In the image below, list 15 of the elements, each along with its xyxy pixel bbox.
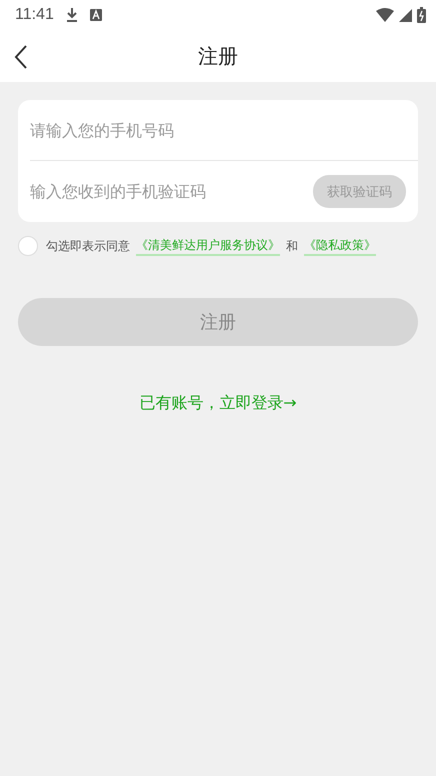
wifi-icon — [376, 8, 394, 22]
signal-icon — [399, 8, 412, 22]
download-icon — [66, 7, 78, 23]
terms-link[interactable]: 《清美鲜达用户服务协议》 — [136, 236, 280, 256]
status-time: 11:41 — [15, 6, 54, 24]
notification-icon — [90, 9, 102, 21]
and-text: 和 — [286, 238, 298, 254]
privacy-link[interactable]: 《隐私政策》 — [304, 236, 376, 256]
agree-checkbox[interactable] — [18, 236, 38, 256]
battery-icon — [417, 7, 426, 23]
login-link[interactable]: 已有账号，立即登录→ — [139, 393, 297, 414]
page-title: 注册 — [198, 42, 238, 70]
code-input[interactable]: 输入您收到的手机验证码 — [30, 182, 313, 201]
phone-input[interactable]: 请输入您的手机号码 — [30, 120, 406, 140]
agreement-text: 勾选即表示同意 — [46, 238, 130, 254]
